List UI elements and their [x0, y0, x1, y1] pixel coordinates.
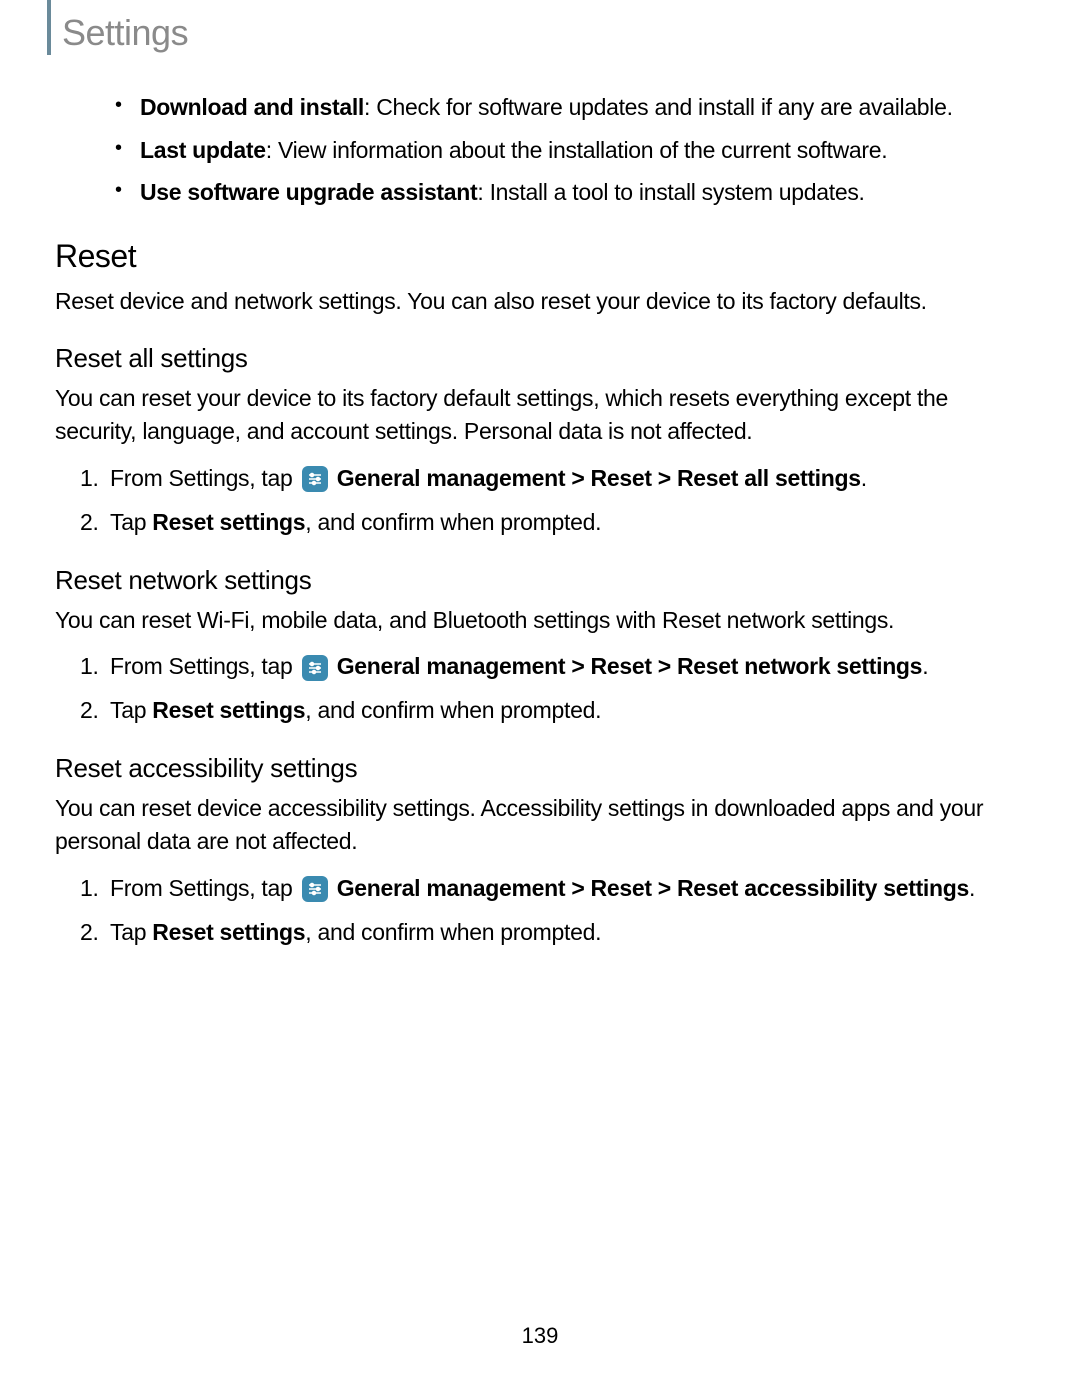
step-text-post: , and confirm when prompted.	[305, 509, 601, 535]
page-header-title: Settings	[62, 12, 188, 54]
reset-accessibility-description: You can reset device accessibility setti…	[55, 792, 1025, 859]
reset-network-steps: From Settings, tap General management > …	[110, 649, 1025, 728]
step-2: Tap Reset settings, and confirm when pro…	[110, 505, 1025, 540]
bullet-text: : View information about the installatio…	[266, 137, 888, 163]
header-accent-bar	[47, 0, 51, 55]
bullet-label: Last update	[140, 137, 266, 163]
bullet-label: Use software upgrade assistant	[140, 179, 477, 205]
step-text-post: .	[969, 875, 975, 901]
reset-all-heading: Reset all settings	[55, 343, 1025, 374]
bullet-text: : Install a tool to install system updat…	[477, 179, 864, 205]
step-1: From Settings, tap General management > …	[110, 649, 1025, 684]
step-bold-action: Reset settings	[152, 509, 305, 535]
step-text-pre: From Settings, tap	[110, 875, 299, 901]
reset-all-steps: From Settings, tap General management > …	[110, 461, 1025, 540]
bullet-download-install: Download and install: Check for software…	[140, 90, 1025, 125]
step-text-pre: From Settings, tap	[110, 465, 299, 491]
reset-description: Reset device and network settings. You c…	[55, 285, 1025, 318]
step-text-post: , and confirm when prompted.	[305, 697, 601, 723]
bullet-text: : Check for software updates and install…	[364, 94, 953, 120]
page-number: 139	[522, 1323, 559, 1349]
reset-network-description: You can reset Wi-Fi, mobile data, and Bl…	[55, 604, 1025, 637]
general-management-icon	[302, 876, 328, 902]
step-1: From Settings, tap General management > …	[110, 461, 1025, 496]
reset-all-description: You can reset your device to its factory…	[55, 382, 1025, 449]
step-2: Tap Reset settings, and confirm when pro…	[110, 693, 1025, 728]
step-text-pre: Tap	[110, 697, 152, 723]
step-text-pre: Tap	[110, 919, 152, 945]
bullet-upgrade-assistant: Use software upgrade assistant: Install …	[140, 175, 1025, 210]
content-body: Download and install: Check for software…	[55, 90, 1025, 960]
reset-accessibility-steps: From Settings, tap General management > …	[110, 871, 1025, 950]
bullet-last-update: Last update: View information about the …	[140, 133, 1025, 168]
step-text-post: , and confirm when prompted.	[305, 919, 601, 945]
step-text-post: .	[861, 465, 867, 491]
update-options-list: Download and install: Check for software…	[140, 90, 1025, 210]
reset-accessibility-heading: Reset accessibility settings	[55, 753, 1025, 784]
step-2: Tap Reset settings, and confirm when pro…	[110, 915, 1025, 950]
step-text-pre: From Settings, tap	[110, 653, 299, 679]
step-bold-path: General management > Reset > Reset netwo…	[337, 653, 922, 679]
step-text-post: .	[922, 653, 928, 679]
step-text-pre: Tap	[110, 509, 152, 535]
reset-heading: Reset	[55, 238, 1025, 275]
step-bold-path: General management > Reset > Reset acces…	[337, 875, 969, 901]
step-bold-action: Reset settings	[152, 919, 305, 945]
general-management-icon	[302, 466, 328, 492]
general-management-icon	[302, 655, 328, 681]
reset-network-heading: Reset network settings	[55, 565, 1025, 596]
step-bold-action: Reset settings	[152, 697, 305, 723]
step-bold-path: General management > Reset > Reset all s…	[337, 465, 861, 491]
step-1: From Settings, tap General management > …	[110, 871, 1025, 906]
bullet-label: Download and install	[140, 94, 364, 120]
